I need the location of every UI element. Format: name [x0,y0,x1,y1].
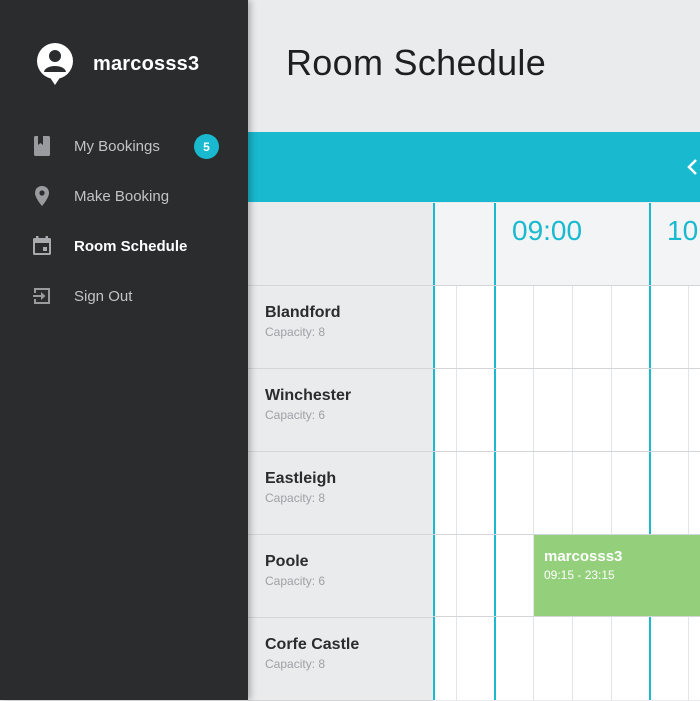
booking-time: 09:15 - 23:15 [544,568,615,582]
grid-line [433,616,700,617]
sidebar-item-room-schedule[interactable]: Room Schedule [0,222,248,272]
sidebar-item-label: My Bookings [74,138,160,155]
username: marcosss3 [93,52,200,75]
schedule-grid[interactable]: marcosss3 09:15 - 23:15 [433,286,700,700]
bookings-count-badge: 5 [194,134,219,159]
room-capacity: Capacity: 8 [265,491,326,505]
sidebar-item-label: Room Schedule [74,238,188,255]
user-profile[interactable]: marcosss3 [36,42,199,86]
room-name: Winchester [265,387,352,404]
location-pin-icon [35,186,49,206]
grid-line [433,451,700,452]
room-capacity: Capacity: 6 [265,408,326,422]
room-name: Corfe Castle [265,636,360,653]
grid-line [433,286,435,700]
grid-line [688,286,689,700]
booking-block[interactable]: marcosss3 09:15 - 23:15 [534,535,700,616]
room-capacity: Capacity: 8 [265,325,326,339]
room-capacity: Capacity: 6 [265,574,326,588]
room-name: Blandford [265,304,341,321]
grid-line [433,368,700,369]
grid-line [456,286,457,700]
time-label: 10 [667,215,699,246]
room-name: Eastleigh [265,470,337,487]
grid-line [494,286,496,700]
room-capacity: Capacity: 8 [265,657,326,671]
time-divider [649,203,651,285]
room-row[interactable]: Eastleigh Capacity: 8 [248,452,433,535]
time-header: 09:00 10 [433,203,700,286]
sidebar: marcosss3 My Bookings 5 Make Booking Roo… [0,0,248,700]
page-title: Room Schedule [286,42,547,83]
room-name: Poole [265,553,309,570]
avatar-icon [37,43,73,85]
sidebar-item-my-bookings[interactable]: My Bookings 5 [0,122,248,172]
booking-user: marcosss3 [544,548,623,565]
book-icon [34,136,50,156]
sidebar-item-label: Sign Out [74,288,133,305]
time-divider [494,203,496,285]
grid-line [572,286,573,700]
sidebar-item-make-booking[interactable]: Make Booking [0,172,248,222]
chevron-left-icon[interactable] [684,156,700,178]
time-label: 09:00 [512,215,583,246]
sidebar-item-label: Make Booking [74,188,170,205]
room-row[interactable]: Poole Capacity: 6 [248,535,433,618]
grid-line [649,286,651,700]
sign-out-icon [33,288,50,304]
room-row[interactable]: Winchester Capacity: 6 [248,369,433,452]
sidebar-item-sign-out[interactable]: Sign Out [0,272,248,322]
time-divider [433,203,435,285]
sidebar-nav: My Bookings 5 Make Booking Room Schedule [0,122,248,322]
grid-line [533,286,534,700]
room-row[interactable]: Blandford Capacity: 8 [248,286,433,369]
grid-line [611,286,612,700]
schedule-toolbar [248,132,700,202]
room-row[interactable]: Corfe Castle Capacity: 8 [248,618,433,701]
room-list: Blandford Capacity: 8 Winchester Capacit… [248,286,433,701]
room-column-header [248,203,433,286]
main-content: Room Schedule 09:00 10 Blandford Capacit… [248,0,700,701]
calendar-icon [33,236,51,255]
